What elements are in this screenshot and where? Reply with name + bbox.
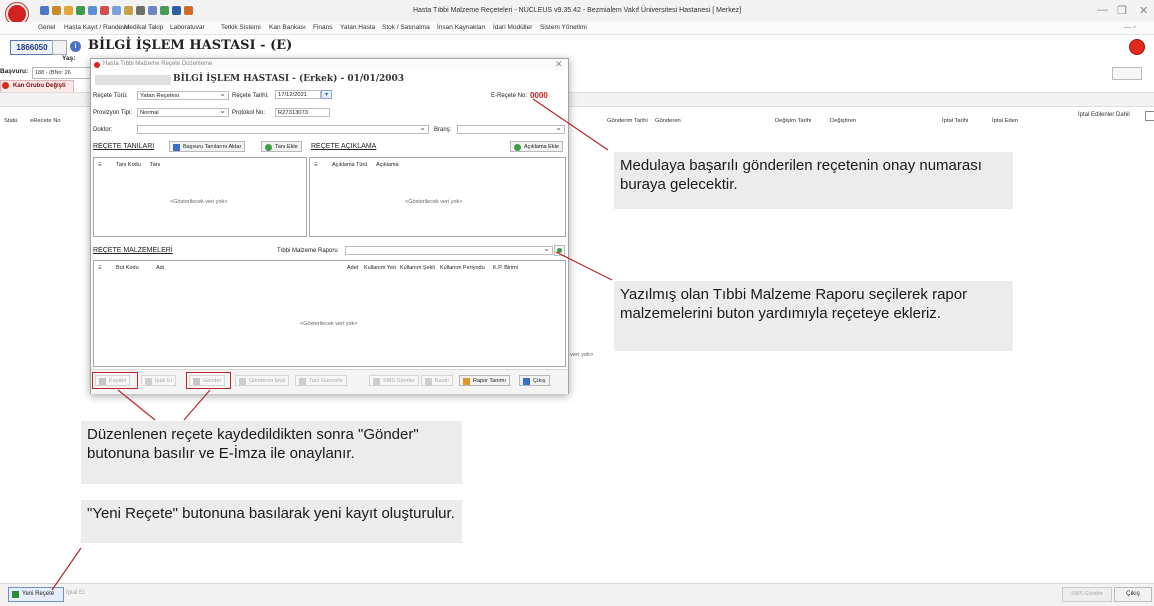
annotation-arrows xyxy=(51,98,613,591)
arrow-yeni-recete xyxy=(51,547,82,591)
arrow-kaydet xyxy=(117,389,156,421)
arrow-medula xyxy=(532,98,609,151)
arrow-rapor xyxy=(555,251,613,281)
arrow-gonder xyxy=(183,389,211,421)
